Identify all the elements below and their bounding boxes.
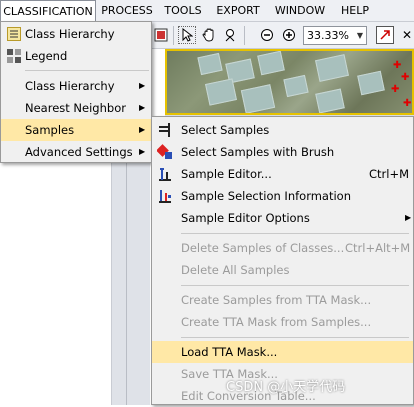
sample-marker: ✚ [401,72,410,83]
menu-item-legend[interactable]: Legend [1,45,151,67]
satellite-image[interactable]: ✚ ✚ ✚ ✚ [165,49,414,115]
sample-editor-icon [157,166,173,182]
menu-window[interactable]: WINDOW [268,0,332,22]
menu-bar: CLASSIFICATION PROCESS TOOLS EXPORT WIND… [0,0,414,23]
class-hierarchy-icon [6,26,22,42]
zoom-out-icon[interactable] [258,26,276,44]
sample-marker: ✚ [391,84,400,95]
menu-item-select-samples[interactable]: Select Samples [152,119,413,141]
menu-process[interactable]: PROCESS [98,0,156,22]
menu-separator [25,70,149,71]
submenu-arrow-icon: ▶ [139,147,146,156]
zoom-fit-icon[interactable] [376,26,394,44]
menu-item-nearest-neighbor[interactable]: Nearest Neighbor ▶ [1,97,151,119]
magnify-tool-icon[interactable] [222,26,240,44]
menu-item-class-hierarchy-window[interactable]: Class Hierarchy [1,23,151,45]
submenu-arrow-icon: ▶ [139,125,146,134]
menu-item-create-samples-from-tta[interactable]: Create Samples from TTA Mask... [152,289,413,311]
hand-pan-icon[interactable] [200,26,218,44]
submenu-arrow-icon: ▶ [405,213,412,222]
menu-item-delete-samples-of-classes[interactable]: Delete Samples of Classes... Ctrl+Alt+M [152,237,413,259]
close-icon[interactable]: ✕ [398,26,414,44]
selection-info-icon [157,188,173,204]
submenu-arrow-icon: ▶ [139,103,146,112]
pointer-icon[interactable] [178,26,196,44]
menu-export[interactable]: EXPORT [210,0,266,22]
menu-item-class-hierarchy[interactable]: Class Hierarchy ▶ [1,75,151,97]
menu-item-samples[interactable]: Samples ▶ [1,119,151,141]
zoom-in-icon[interactable] [280,26,298,44]
menu-item-sample-editor-options[interactable]: Sample Editor Options ▶ [152,207,413,229]
menu-item-delete-all-samples[interactable]: Delete All Samples [152,259,413,281]
legend-icon [6,48,22,64]
select-samples-icon [157,122,173,138]
submenu-arrow-icon: ▶ [139,81,146,90]
sample-marker: ✚ [393,60,402,71]
menu-item-select-samples-brush[interactable]: Select Samples with Brush [152,141,413,163]
sample-marker: ✚ [403,98,412,109]
samples-submenu: Select Samples Select Samples with Brush… [151,116,414,405]
menu-item-sample-selection-info[interactable]: Sample Selection Information [152,185,413,207]
menu-separator [181,233,409,234]
zoom-dropdown-arrow[interactable]: ▼ [353,26,367,45]
classification-menu: Class Hierarchy Legend Class Hierarchy ▶… [0,21,152,163]
menu-separator [181,285,409,286]
menu-classification[interactable]: CLASSIFICATION [0,0,96,23]
menu-tools[interactable]: TOOLS [160,0,206,22]
menu-item-advanced-settings[interactable]: Advanced Settings ▶ [1,141,151,163]
menu-item-create-tta-from-samples[interactable]: Create TTA Mask from Samples... [152,311,413,333]
toolbar-image-icon[interactable] [152,26,170,44]
menu-help[interactable]: HELP [336,0,374,22]
menu-item-sample-editor[interactable]: Sample Editor... Ctrl+M [152,163,413,185]
watermark-text: CSDN @小天学代码 [226,380,346,395]
menu-separator [181,337,409,338]
menu-item-load-tta-mask[interactable]: Load TTA Mask... [152,341,413,363]
toolbar: 33.33% ▼ ✕ [150,22,414,49]
brush-icon [157,144,173,160]
